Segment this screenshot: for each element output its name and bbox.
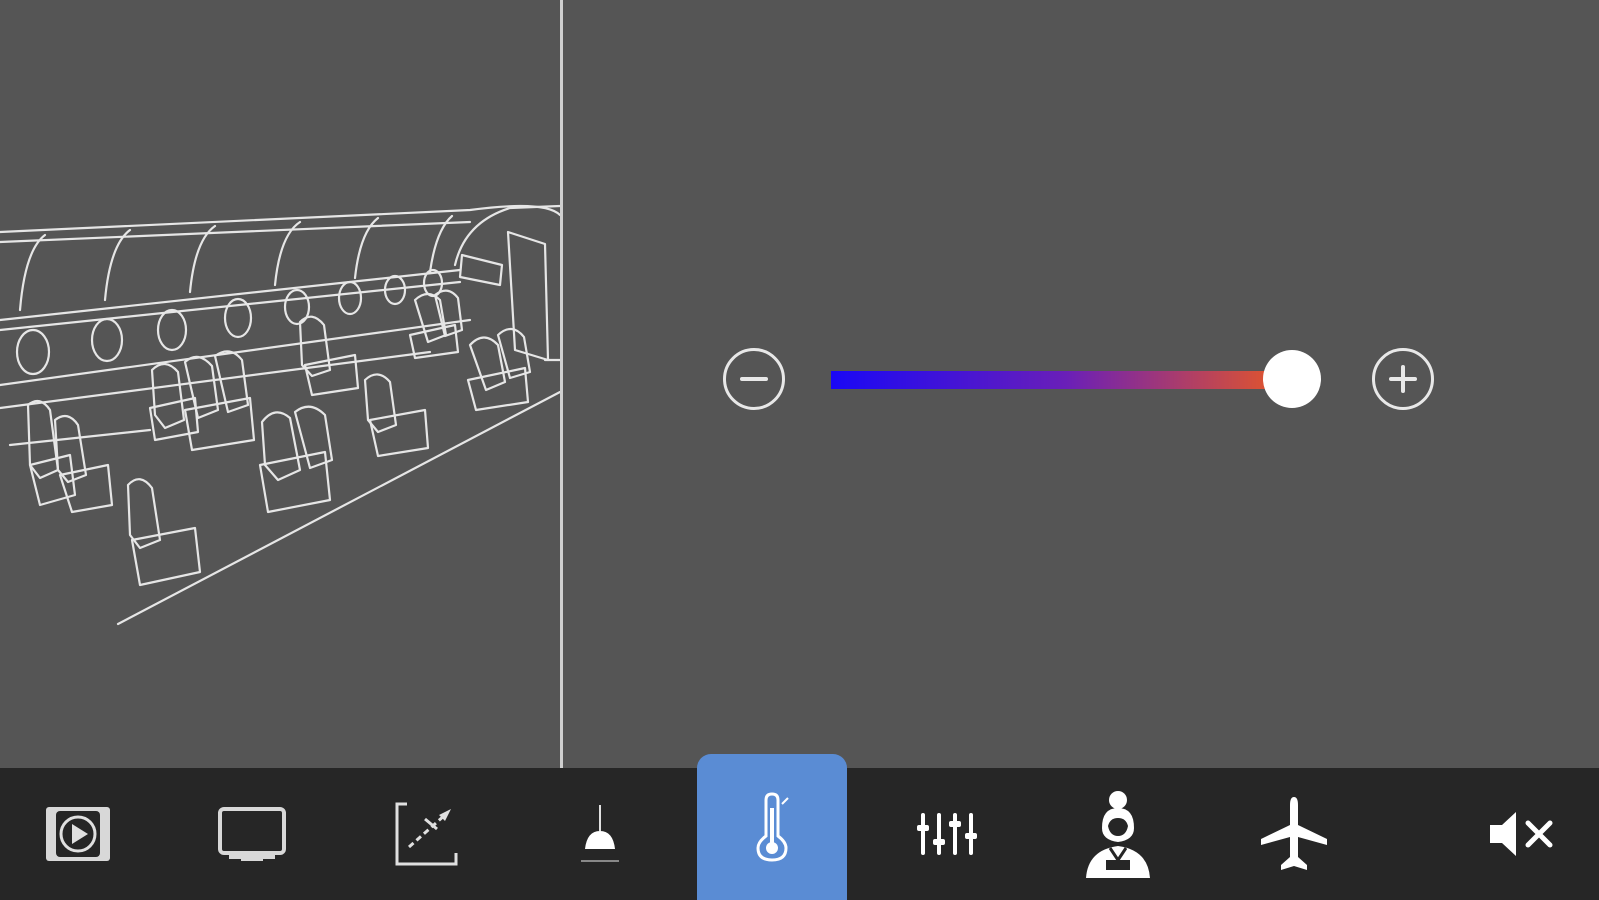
- nav-window-shade-button[interactable]: [356, 768, 496, 900]
- ceiling-lamp-icon: [581, 805, 619, 862]
- speaker-muted-icon: [1490, 812, 1553, 856]
- temperature-slider-thumb[interactable]: [1262, 350, 1321, 408]
- window-shade-icon: [395, 802, 458, 866]
- bottom-nav-bar: [0, 754, 1599, 900]
- sliders-icon: [917, 813, 977, 855]
- nav-lighting-button[interactable]: [530, 768, 670, 900]
- increase-temperature-button[interactable]: [1372, 348, 1434, 410]
- nav-flight-button[interactable]: [1224, 768, 1364, 900]
- flight-attendant-icon: [1086, 791, 1150, 878]
- nav-audio-button[interactable]: [876, 768, 1016, 900]
- nav-mute-button[interactable]: [1452, 768, 1592, 900]
- airplane-icon: [1261, 797, 1327, 870]
- thermometer-icon: [756, 792, 789, 862]
- nav-attendant-button[interactable]: [1048, 768, 1188, 900]
- nav-climate-button[interactable]: [697, 754, 847, 900]
- cabin-control-screen: [0, 0, 1599, 900]
- nav-media-button[interactable]: [8, 768, 148, 900]
- nav-display-button[interactable]: [182, 768, 322, 900]
- cabin-illustration: [0, 0, 562, 768]
- monitor-icon: [218, 807, 286, 861]
- temperature-control: [563, 0, 1599, 768]
- temperature-slider-track[interactable]: [831, 371, 1301, 389]
- video-player-icon: [46, 807, 110, 861]
- decrease-temperature-button[interactable]: [723, 348, 785, 410]
